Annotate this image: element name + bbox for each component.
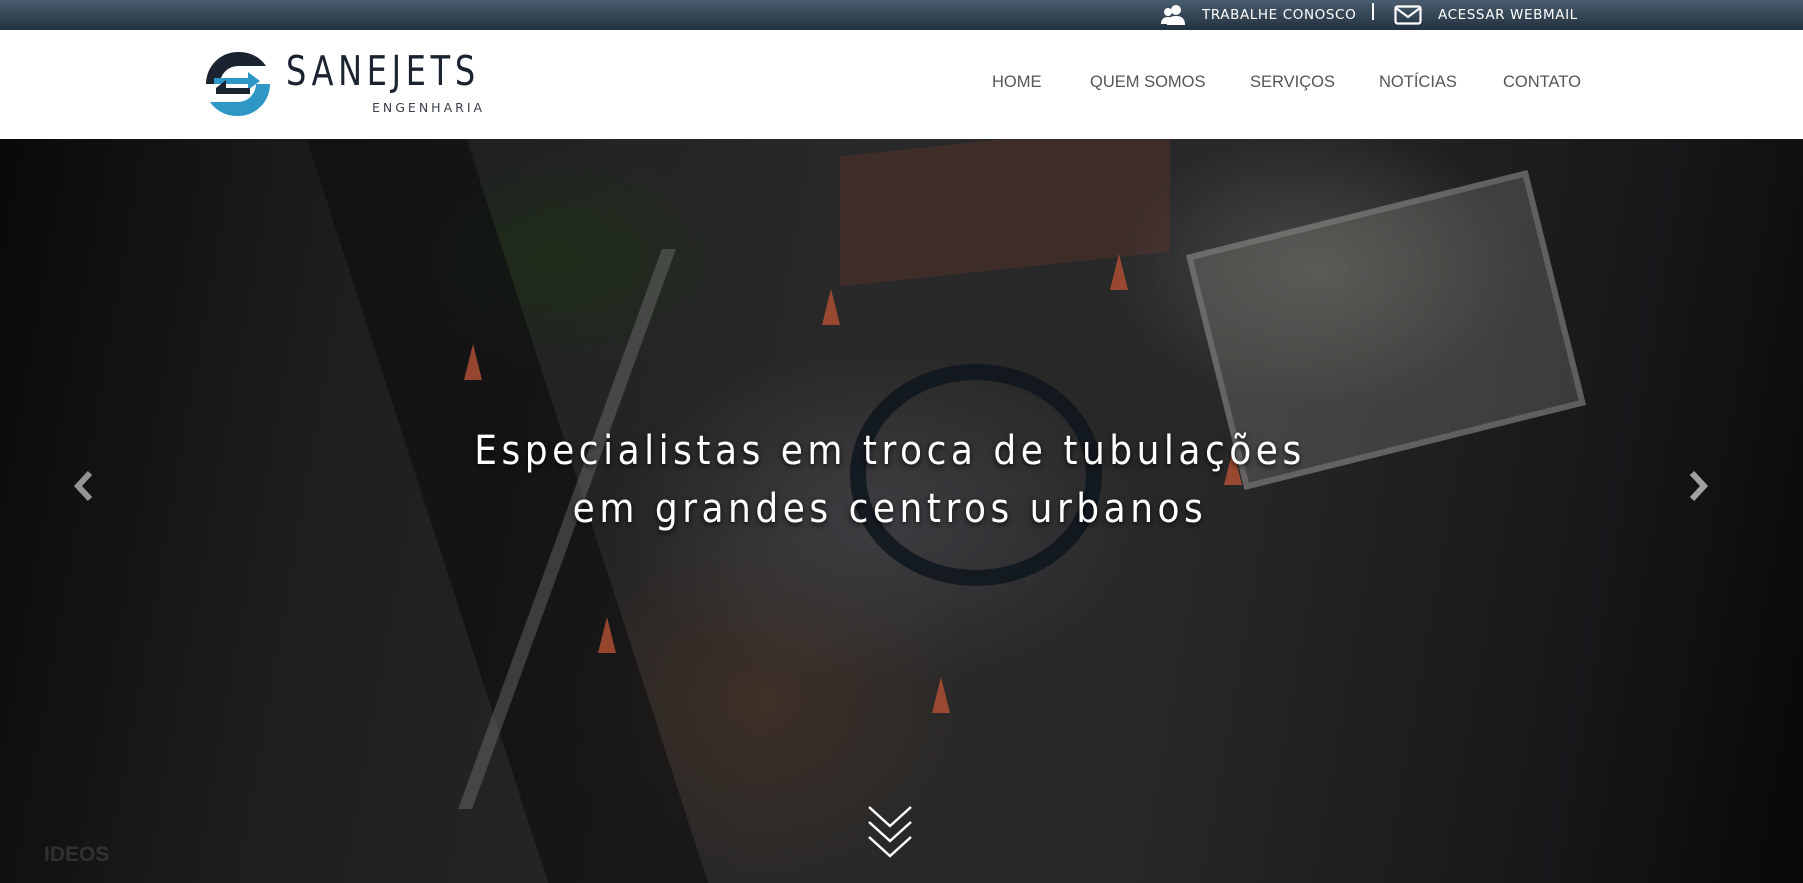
top-utility-bar: TRABALHE CONOSCO ACESSAR WEBMAIL: [0, 0, 1803, 30]
work-with-us-label: TRABALHE CONOSCO: [1202, 7, 1357, 23]
nav-item-home[interactable]: HOME: [992, 73, 1042, 92]
mail-icon: [1394, 5, 1422, 25]
people-icon: [1161, 5, 1185, 25]
webmail-label: ACESSAR WEBMAIL: [1438, 7, 1578, 23]
slider-prev-button[interactable]: [70, 469, 96, 508]
work-with-us-link[interactable]: TRABALHE CONOSCO: [1160, 0, 1356, 30]
hero-slider: Especialistas em troca de tubulações em …: [0, 139, 1803, 883]
nav-item-servicos[interactable]: SERVIÇOS: [1250, 73, 1335, 92]
hero-caption-line-2: em grandes centros urbanos: [572, 486, 1208, 532]
site-header: SANEJETS ENGENHARIA HOME QUEM SOMOS SERV…: [0, 30, 1803, 139]
slider-next-button[interactable]: [1686, 469, 1712, 508]
chevron-right-icon: [1689, 470, 1709, 502]
nav-item-contato[interactable]: CONTATO: [1503, 73, 1581, 92]
nav-item-quem-somos[interactable]: QUEM SOMOS: [1090, 73, 1206, 92]
scroll-down-button[interactable]: [866, 804, 914, 865]
nav-item-noticias[interactable]: NOTÍCIAS: [1379, 73, 1457, 92]
main-nav: HOME QUEM SOMOS SERVIÇOS NOTÍCIAS CONTAT…: [0, 73, 1803, 97]
topbar-divider: [1372, 3, 1374, 20]
faded-section-label: IDEOS: [44, 843, 110, 866]
triple-chevron-down-icon: [868, 806, 912, 858]
hero-caption-line-1: Especialistas em troca de tubulações: [474, 428, 1306, 474]
logo-subtitle: ENGENHARIA: [372, 100, 486, 115]
chevron-left-icon: [73, 470, 93, 502]
webmail-link[interactable]: ACESSAR WEBMAIL: [1394, 0, 1578, 30]
hero-caption: Especialistas em troca de tubulações em …: [0, 422, 1780, 538]
